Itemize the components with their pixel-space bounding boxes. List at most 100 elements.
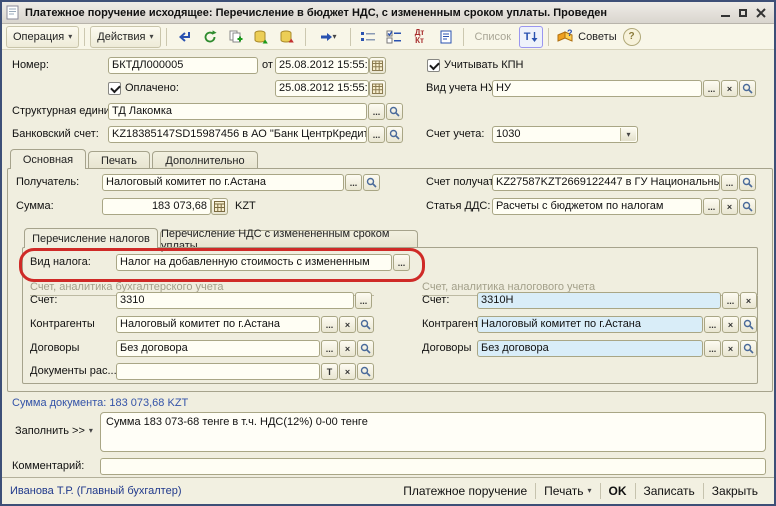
number-label: Номер:	[12, 57, 49, 74]
clear-button[interactable]: ×	[721, 198, 738, 215]
paid-date-field[interactable]: 25.08.2012 15:55:41	[275, 80, 369, 97]
choose-button[interactable]: ...	[345, 174, 362, 191]
bu-contract-field[interactable]: Без договора	[116, 340, 320, 357]
comment-field[interactable]	[100, 458, 766, 475]
choose-button[interactable]: ...	[703, 80, 720, 97]
text-type-button[interactable]: T	[321, 363, 338, 380]
choose-button[interactable]: ...	[355, 292, 372, 309]
search-icon[interactable]	[739, 80, 756, 97]
separator	[305, 28, 306, 46]
clear-button[interactable]: ×	[339, 316, 356, 333]
search-icon[interactable]	[357, 340, 374, 357]
kpn-checkbox[interactable]	[427, 59, 440, 72]
check-list-icon[interactable]	[382, 26, 406, 48]
search-icon[interactable]	[740, 340, 757, 357]
print-button[interactable]: Печать▾	[536, 484, 599, 498]
search-icon[interactable]	[386, 103, 403, 120]
minimize-icon[interactable]	[716, 5, 734, 20]
clear-button[interactable]: ×	[339, 340, 356, 357]
cancel-posting-icon[interactable]	[276, 26, 300, 48]
nu-counterparty-field[interactable]: Налоговый комитет по г.Астана	[477, 316, 703, 333]
tab-vat-transfer[interactable]: Перечисление НДС с изменененным сроком у…	[160, 230, 418, 248]
choose-button[interactable]: ...	[393, 254, 410, 271]
bu-settlement-docs-field[interactable]	[116, 363, 320, 380]
tab-print[interactable]: Печать	[88, 151, 150, 169]
nu-account-field[interactable]: 3310Н	[477, 292, 721, 309]
dds-item-field[interactable]: Расчеты с бюджетом по налогам	[492, 198, 702, 215]
choose-button[interactable]: ...	[722, 292, 739, 309]
clear-button[interactable]: ×	[339, 363, 356, 380]
svg-text:?: ?	[567, 29, 573, 38]
structural-unit-field[interactable]: ТД Лакомка	[108, 103, 367, 120]
ok-button[interactable]: OK	[601, 484, 635, 498]
choose-button[interactable]: ...	[703, 198, 720, 215]
paid-label: Оплачено:	[125, 80, 179, 97]
post-document-icon[interactable]	[250, 26, 274, 48]
copy-document-icon[interactable]	[224, 26, 248, 48]
filter-settings-icon[interactable]: Т	[519, 26, 543, 48]
paid-checkbox[interactable]	[108, 82, 121, 95]
choose-button[interactable]: ...	[321, 316, 338, 333]
clear-button[interactable]: ×	[740, 292, 757, 309]
account-combo[interactable]: 1030▾	[492, 126, 638, 143]
operation-menu-button[interactable]: Операция▾	[6, 26, 79, 48]
recipient-label: Получатель:	[16, 174, 79, 191]
reread-icon[interactable]	[172, 26, 196, 48]
bu-counterparty-field[interactable]: Налоговый комитет по г.Астана	[116, 316, 320, 333]
search-icon[interactable]	[357, 316, 374, 333]
date-field[interactable]: 25.08.2012 15:55:41	[275, 57, 369, 74]
list-button[interactable]: Список	[469, 31, 518, 43]
bu-counterparty-label: Контрагенты	[30, 316, 95, 333]
search-icon[interactable]	[740, 316, 757, 333]
tab-main[interactable]: Основная	[10, 149, 86, 169]
save-button[interactable]: Записать	[636, 484, 703, 498]
fill-button[interactable]: Заполнить >>▾	[10, 420, 98, 442]
choose-button[interactable]: ...	[721, 174, 738, 191]
tax-kind-field[interactable]: Налог на добавленную стоимость с изменен…	[116, 254, 392, 271]
clear-button[interactable]: ×	[721, 80, 738, 97]
search-icon[interactable]	[357, 363, 374, 380]
payment-purpose-field[interactable]: Сумма 183 073-68 тенге в т.ч. НДС(12%) 0…	[100, 412, 766, 452]
chevron-down-icon[interactable]: ▾	[620, 128, 636, 141]
search-icon[interactable]	[739, 174, 756, 191]
close-icon[interactable]	[752, 5, 770, 20]
actions-menu-button[interactable]: Действия▾	[90, 26, 160, 48]
clear-button[interactable]: ×	[722, 340, 739, 357]
choose-button[interactable]: ...	[368, 103, 385, 120]
calendar-icon[interactable]	[369, 80, 386, 97]
search-icon[interactable]	[386, 126, 403, 143]
nu-kind-field[interactable]: НУ	[492, 80, 702, 97]
dt-kt-icon[interactable]: ДтКт	[408, 26, 432, 48]
recipient-account-field[interactable]: KZ27587KZT2669122447 в ГУ Национальный Б…	[492, 174, 720, 191]
nu-contract-label: Договоры	[422, 340, 471, 357]
refresh-icon[interactable]	[198, 26, 222, 48]
choose-button[interactable]: ...	[321, 340, 338, 357]
recipient-field[interactable]: Налоговый комитет по г.Астана	[102, 174, 344, 191]
search-icon[interactable]	[739, 198, 756, 215]
go-to-icon[interactable]: ▾	[311, 26, 345, 48]
calendar-icon[interactable]	[369, 57, 386, 74]
close-button[interactable]: Закрыть	[704, 484, 766, 498]
separator	[350, 28, 351, 46]
search-icon[interactable]	[363, 174, 380, 191]
nu-contract-field[interactable]: Без договора	[477, 340, 703, 357]
bank-account-field[interactable]: KZ18385147SD15987456 в АО "Банк ЦентрКре…	[108, 126, 367, 143]
help-icon[interactable]: ?	[623, 28, 641, 46]
choose-button[interactable]: ...	[704, 340, 721, 357]
choose-button[interactable]: ...	[704, 316, 721, 333]
calculator-icon[interactable]	[211, 198, 228, 215]
advice-button[interactable]: Советы	[578, 31, 616, 43]
clear-button[interactable]: ×	[722, 316, 739, 333]
window-title: Платежное поручение исходящее: Перечисле…	[25, 7, 716, 19]
choose-button[interactable]: ...	[368, 126, 385, 143]
tab-extra[interactable]: Дополнительно	[152, 151, 258, 169]
number-field[interactable]: БКТДЛ000005	[108, 57, 258, 74]
advice-icon[interactable]: ?	[554, 26, 576, 48]
tab-tax-transfer[interactable]: Перечисление налогов	[24, 228, 158, 248]
bu-account-field[interactable]: 3310	[116, 292, 354, 309]
maximize-icon[interactable]	[734, 5, 752, 20]
document-movements-icon[interactable]	[356, 26, 380, 48]
amount-field[interactable]: 183 073,68	[102, 198, 211, 215]
report-icon[interactable]	[434, 26, 458, 48]
payment-order-button[interactable]: Платежное поручение	[395, 484, 535, 498]
